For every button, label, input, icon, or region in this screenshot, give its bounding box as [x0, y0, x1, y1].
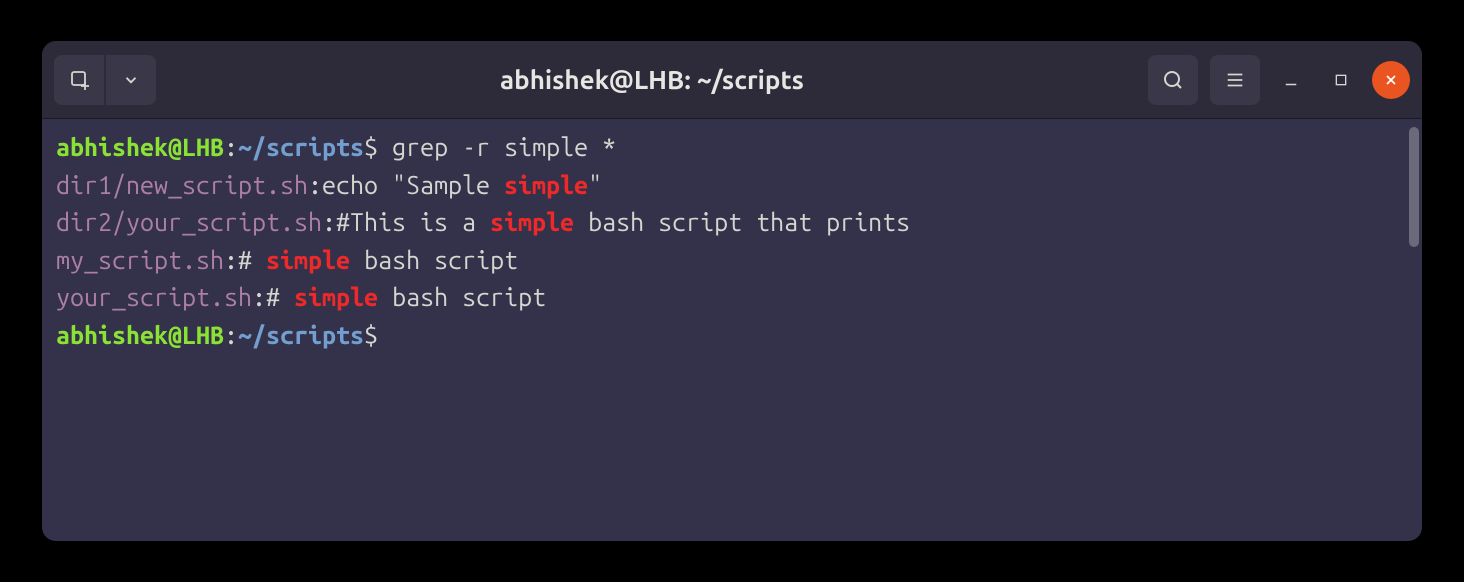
output-segment: ": [588, 171, 602, 199]
output-segment: simple: [504, 171, 588, 199]
prompt-dollar: $: [364, 321, 378, 349]
output-segment: :: [224, 246, 238, 274]
prompt-path: ~/scripts: [238, 321, 364, 349]
prompt-sep: :: [224, 321, 238, 349]
terminal-line: my_script.sh:# simple bash script: [56, 242, 1408, 280]
output-segment: :: [322, 208, 336, 236]
prompt-path: ~/scripts: [238, 133, 364, 161]
search-button[interactable]: [1148, 55, 1198, 105]
terminal-line: abhishek@LHB:~/scripts$ grep -r simple *: [56, 129, 1408, 167]
maximize-button[interactable]: [1322, 61, 1360, 99]
hamburger-menu-button[interactable]: [1210, 55, 1260, 105]
close-button[interactable]: [1372, 61, 1410, 99]
window-title: abhishek@LHB: ~/scripts: [164, 65, 1140, 94]
output-segment: bash script that prints: [574, 208, 910, 236]
terminal-window: abhishek@LHB: ~/scripts: [42, 41, 1422, 541]
prompt-user: abhishek@LHB: [56, 133, 224, 161]
output-segment: #: [238, 246, 266, 274]
output-segment: simple: [490, 208, 574, 236]
minimize-button[interactable]: [1272, 61, 1310, 99]
output-segment: dir2/your_script.sh: [56, 208, 322, 236]
output-segment: #: [266, 283, 294, 311]
output-segment: dir1/new_script.sh: [56, 171, 308, 199]
terminal-body[interactable]: abhishek@LHB:~/scripts$ grep -r simple *…: [42, 119, 1422, 541]
output-segment: :: [252, 283, 266, 311]
prompt-dollar: $: [364, 133, 378, 161]
titlebar-right-buttons: [1148, 55, 1410, 105]
terminal-line: abhishek@LHB:~/scripts$: [56, 317, 1408, 355]
output-segment: my_script.sh: [56, 246, 224, 274]
prompt-user: abhishek@LHB: [56, 321, 224, 349]
output-segment: simple: [294, 283, 378, 311]
output-segment: bash script: [350, 246, 518, 274]
output-segment: #This is a: [336, 208, 490, 236]
titlebar: abhishek@LHB: ~/scripts: [42, 41, 1422, 119]
prompt-sep: :: [224, 133, 238, 161]
scrollbar-thumb[interactable]: [1409, 127, 1419, 247]
output-segment: bash script: [378, 283, 546, 311]
terminal-content: abhishek@LHB:~/scripts$ grep -r simple *…: [56, 129, 1408, 354]
output-segment: your_script.sh: [56, 283, 252, 311]
terminal-line: dir2/your_script.sh:#This is a simple ba…: [56, 204, 1408, 242]
output-segment: simple: [266, 246, 350, 274]
command-text: grep -r simple *: [378, 133, 616, 161]
output-segment: echo "Sample: [322, 171, 504, 199]
new-tab-button[interactable]: [54, 55, 104, 105]
titlebar-left-buttons: [54, 55, 156, 105]
tab-dropdown-button[interactable]: [106, 55, 156, 105]
output-segment: :: [308, 171, 322, 199]
terminal-line: dir1/new_script.sh:echo "Sample simple": [56, 167, 1408, 205]
terminal-line: your_script.sh:# simple bash script: [56, 279, 1408, 317]
